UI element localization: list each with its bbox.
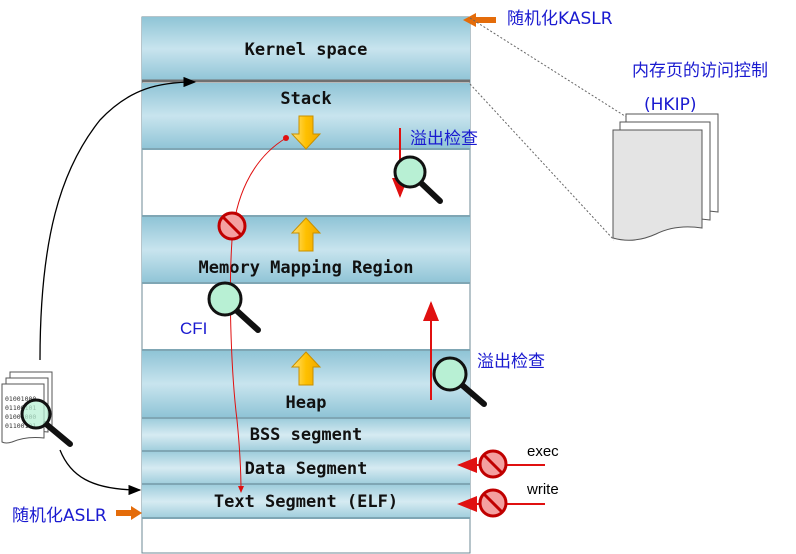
- binary-to-text-arrow: [59, 449, 142, 496]
- bss-label: BSS segment: [250, 425, 363, 445]
- memory-layout-diagram: Kernel space Stack Memory Mapping Region…: [1, 9, 768, 554]
- hkip-projection-line: [469, 83, 615, 241]
- heap-label: Heap: [286, 393, 327, 413]
- exec-label: exec: [527, 443, 559, 460]
- overflow-check-top-label: 溢出检查: [410, 129, 478, 149]
- overflow-check-bottom-label: 溢出检查: [477, 352, 545, 372]
- data-label: Data Segment: [245, 459, 368, 479]
- document-stack-icon: [612, 113, 719, 241]
- hkip-projection-line: [469, 17, 629, 119]
- stack-label: Stack: [280, 89, 331, 109]
- prohibited-icon: [217, 211, 247, 241]
- prohibited-icon: [478, 488, 508, 518]
- hkip-subtitle: (HKIP): [644, 95, 696, 115]
- kaslr-label: 随机化KASLR: [507, 9, 613, 29]
- cfi-label: CFI: [180, 319, 207, 338]
- prohibited-icon: [478, 449, 508, 479]
- cfi-origin-dot: [283, 135, 289, 141]
- aslr-label: 随机化ASLR: [12, 506, 107, 526]
- memory-column: Kernel space Stack Memory Mapping Region…: [141, 16, 471, 554]
- kernel-space-label: Kernel space: [245, 40, 368, 60]
- hkip-title: 内存页的访问控制: [632, 61, 768, 81]
- text-label: Text Segment (ELF): [214, 492, 398, 512]
- write-label: write: [526, 481, 559, 498]
- aslr-orange-right-arrow-icon: [116, 506, 142, 520]
